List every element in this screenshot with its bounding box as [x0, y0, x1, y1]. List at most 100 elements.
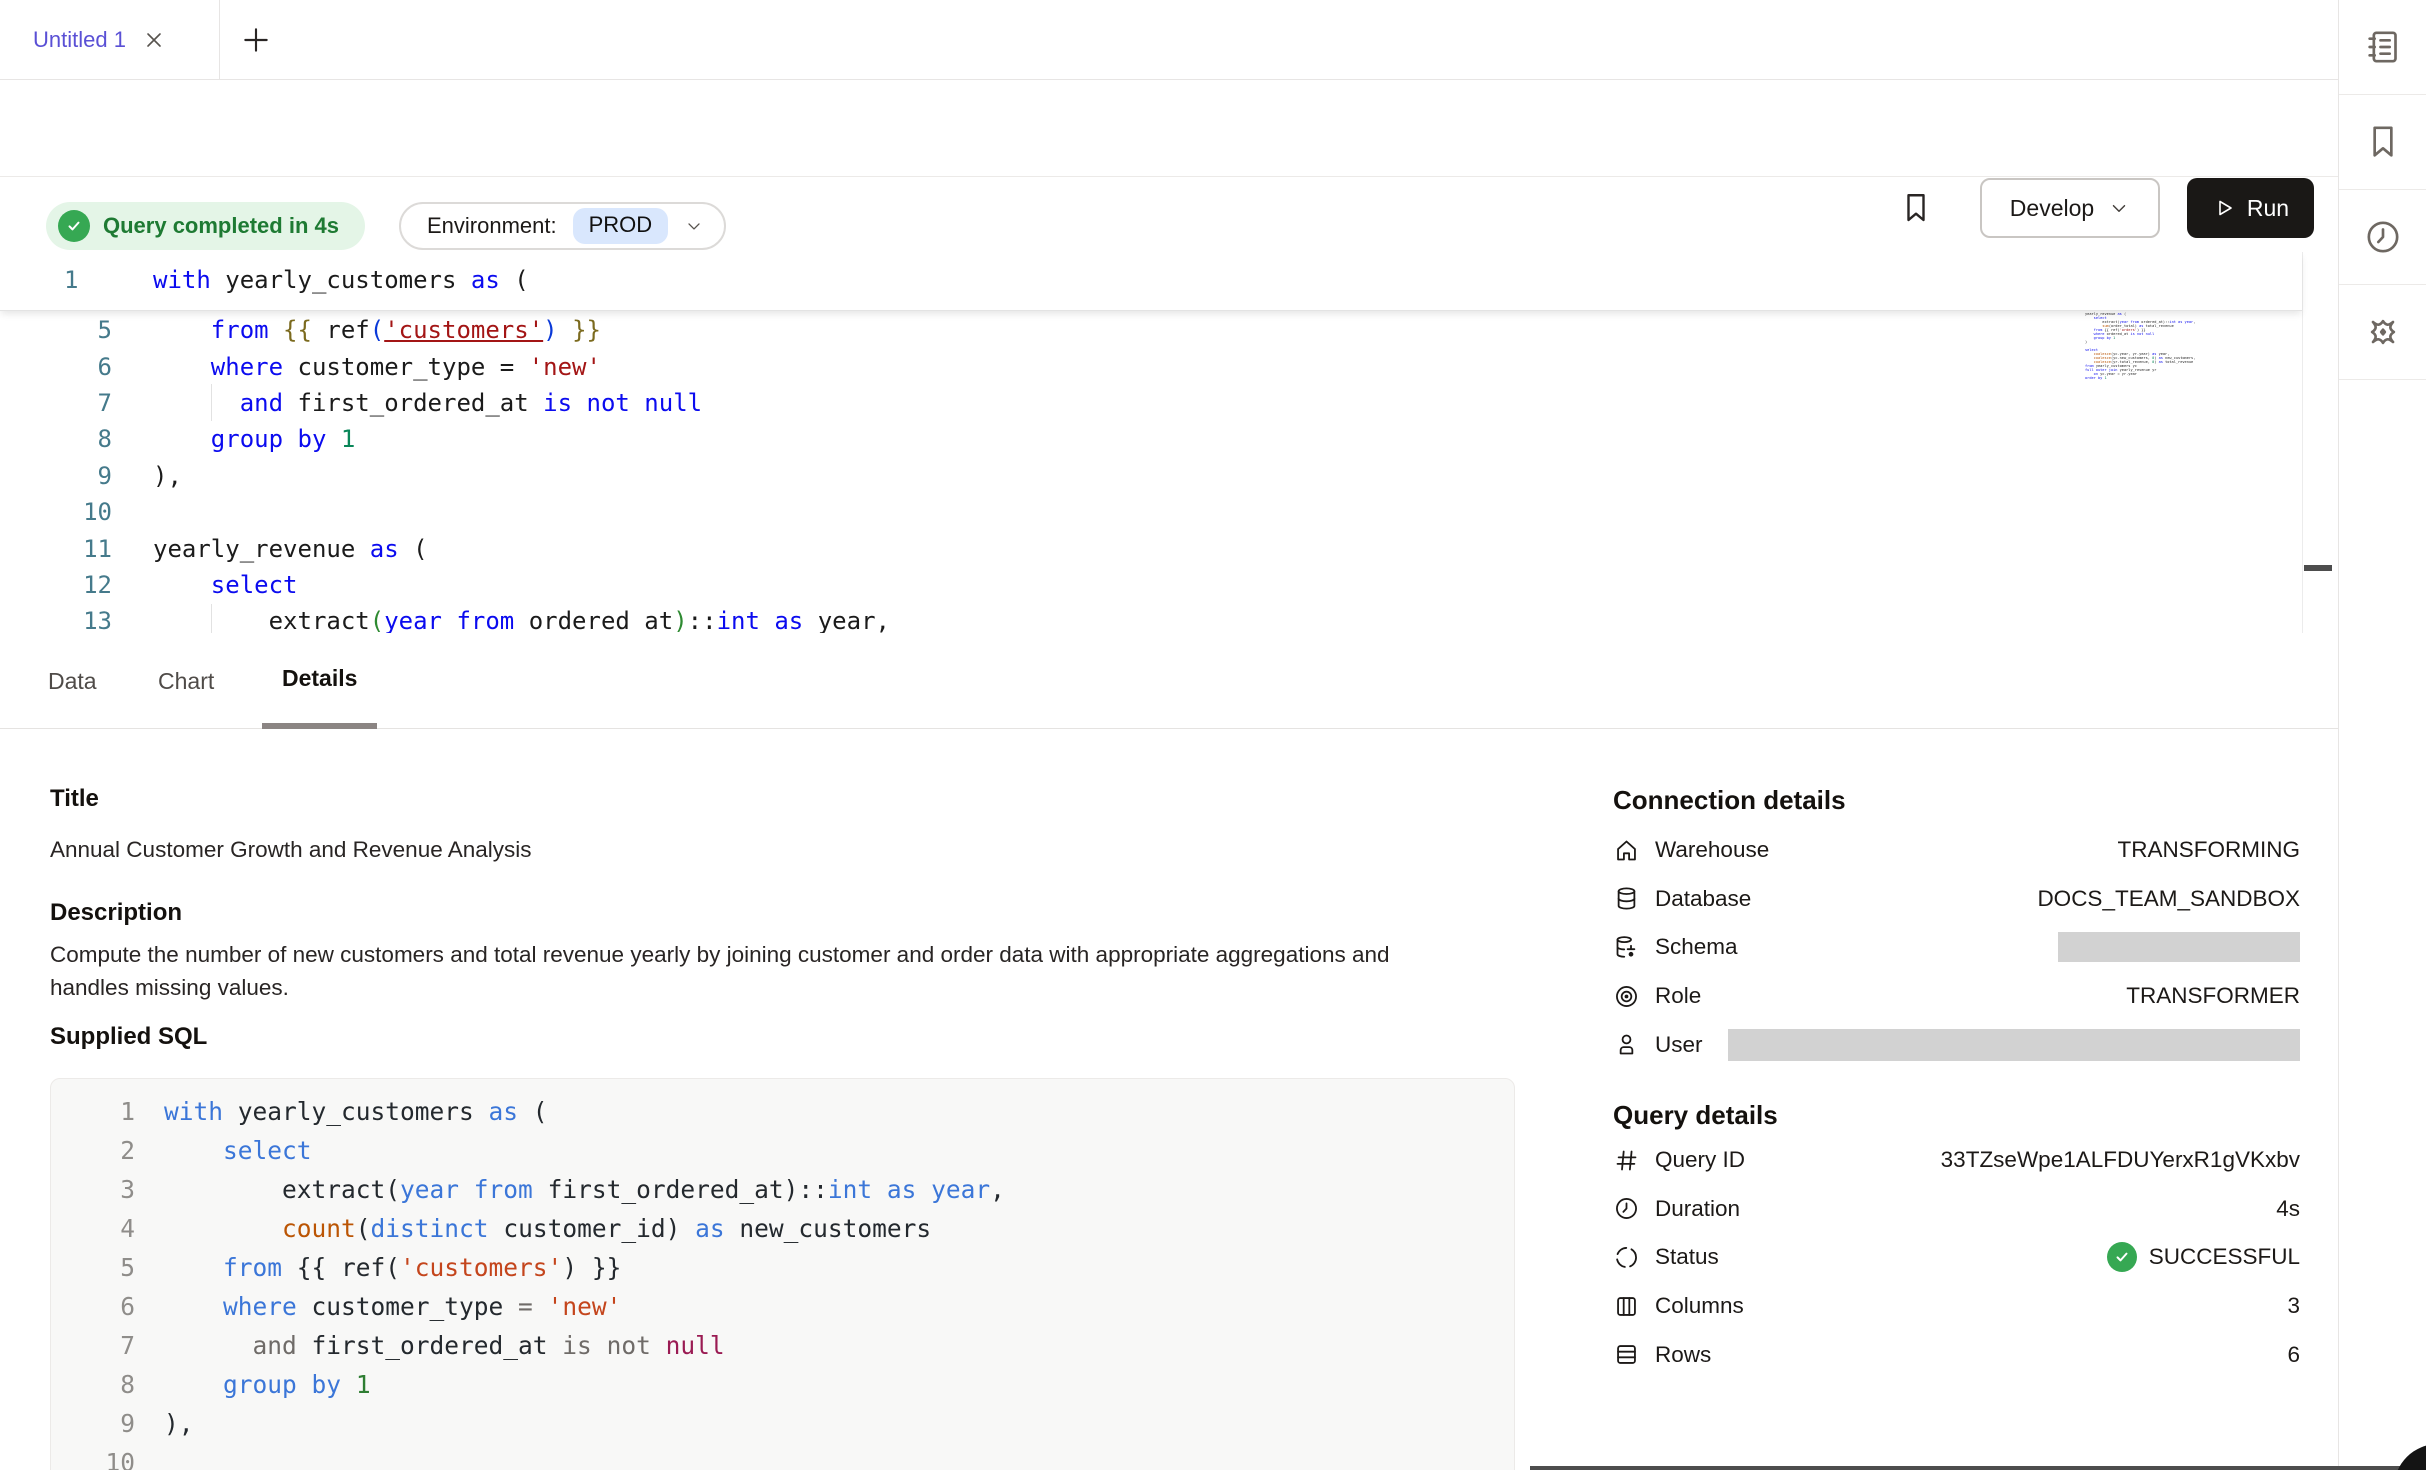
row-label: Status	[1655, 1244, 1719, 1270]
line-number: 13	[0, 607, 112, 633]
rail-button-copilot-star[interactable]	[2339, 285, 2426, 380]
code-line: extract(year from first_ordered_at)::int…	[135, 1175, 1005, 1204]
line-number: 9	[51, 1409, 135, 1438]
tab-chart[interactable]: Chart	[138, 633, 234, 729]
connection-row-schema: Schema	[1613, 923, 2300, 972]
code-row: 6 where customer_type = 'new'	[0, 348, 2300, 384]
rows-icon	[1613, 1341, 1640, 1368]
check-circle-icon	[2107, 1242, 2137, 1272]
line-number: 7	[0, 389, 112, 417]
supplied-sql-heading: Supplied SQL	[50, 1023, 207, 1051]
check-circle-icon	[58, 210, 90, 242]
line-number: 1	[64, 266, 78, 294]
rail-button-history[interactable]	[2339, 190, 2426, 285]
query-row-duration: Duration4s	[1613, 1185, 2300, 1234]
connection-row-database: Database DOCS_TEAM_SANDBOX	[1613, 875, 2300, 924]
run-button[interactable]: Run	[2187, 178, 2314, 238]
row-label: Query ID	[1655, 1147, 1745, 1173]
chevron-down-icon	[2108, 197, 2130, 219]
connection-row-user: User	[1613, 1020, 2300, 1069]
line-number: 2	[51, 1136, 135, 1165]
duration-icon	[1613, 1195, 1640, 1222]
hash-icon	[1613, 1147, 1640, 1174]
line-number: 10	[51, 1448, 135, 1470]
code-row: 9),	[51, 1404, 1514, 1443]
connection-details-heading: Connection details	[1613, 785, 1846, 816]
row-value: TRANSFORMER	[2126, 983, 2300, 1009]
description-value: Compute the number of new customers and …	[50, 938, 1450, 1004]
code-line: with yearly_customers as (	[135, 1097, 548, 1126]
line-number: 12	[0, 571, 112, 599]
line-number: 3	[51, 1175, 135, 1204]
code-line: count(distinct customer_id) as new_custo…	[135, 1214, 931, 1243]
tab-details[interactable]: Details	[262, 633, 377, 729]
code-line: from {{ ref('customers') }}	[135, 1253, 621, 1282]
environment-label: Environment:	[427, 213, 557, 239]
row-label: Database	[1655, 886, 1751, 912]
redacted-value	[2058, 932, 2300, 962]
code-row: 2 select	[51, 1131, 1514, 1170]
database-icon	[1613, 885, 1640, 912]
app-window: Untitled 1 Develop Run	[0, 0, 2426, 1470]
develop-dropdown[interactable]: Develop	[1980, 178, 2160, 238]
history-icon	[2363, 217, 2403, 257]
code-line: ),	[112, 462, 182, 490]
editor-scrollbar-thumb[interactable]	[2304, 565, 2332, 571]
query-details-heading: Query details	[1613, 1100, 1778, 1131]
code-row: 8 group by 1	[51, 1365, 1514, 1404]
code-row: 4 count(distinct customer_id) as new_cus…	[51, 1209, 1514, 1248]
connection-row-warehouse: WarehouseTRANSFORMING	[1613, 826, 2300, 875]
code-row: 3 extract(year from first_ordered_at)::i…	[51, 1170, 1514, 1209]
row-value: DOCS_TEAM_SANDBOX	[2037, 886, 2300, 912]
environment-selector[interactable]: Environment: PROD	[399, 202, 726, 250]
query-row-query-id: Query ID 33TZseWpe1ALFDUYerxR1gVKxbv	[1613, 1136, 2300, 1185]
row-label: Columns	[1655, 1293, 1744, 1319]
code-line: ),	[135, 1409, 194, 1438]
code-line: where customer_type = 'new'	[135, 1292, 621, 1321]
code-row: 5 from {{ ref('customers') }}	[0, 312, 2300, 348]
horizontal-scrollbar[interactable]	[1530, 1466, 2426, 1470]
code-line: and first_ordered_at is not null	[135, 1331, 725, 1360]
run-label: Run	[2247, 195, 2289, 222]
warehouse-icon	[1613, 837, 1640, 864]
indent-guide	[211, 604, 212, 633]
bookmark-icon[interactable]	[1898, 190, 1934, 226]
play-icon	[2212, 196, 2236, 220]
redacted-value	[1728, 1029, 2300, 1061]
row-value: 33TZseWpe1ALFDUYerxR1gVKxbv	[1941, 1147, 2300, 1173]
row-label: User	[1655, 1032, 1703, 1058]
connection-details-list: WarehouseTRANSFORMING Database DOCS_TEAM_S…	[1613, 826, 2300, 1069]
line-number: 4	[51, 1214, 135, 1243]
code-line: select	[135, 1136, 312, 1165]
schema-icon	[1613, 934, 1640, 961]
role-icon	[1613, 983, 1640, 1010]
tab-untitled-1[interactable]: Untitled 1	[0, 0, 220, 80]
results-tab-bar: DataChart Details	[0, 633, 2338, 729]
rail-button-bookmark[interactable]	[2339, 95, 2426, 190]
editor-lines: 5 from {{ ref('customers') }}6 where cus…	[0, 312, 2300, 633]
line-number: 8	[0, 425, 112, 453]
code-row: 12 select	[0, 567, 2300, 603]
line-number: 6	[0, 353, 112, 381]
status-icon	[1613, 1244, 1640, 1271]
new-tab-button[interactable]	[240, 24, 272, 56]
code-row: 9),	[0, 458, 2300, 494]
status-success-value: SUCCESSFUL	[2107, 1242, 2300, 1272]
tab-data[interactable]: Data	[28, 633, 117, 729]
line-number: 8	[51, 1370, 135, 1399]
tab-label: Untitled 1	[33, 27, 126, 53]
code-line: yearly_revenue as (	[112, 535, 428, 563]
title-heading: Title	[50, 785, 99, 813]
code-row: 13 extract(year from ordered_at)::int as…	[0, 603, 2300, 633]
close-icon[interactable]	[142, 28, 166, 52]
code-row: 6 where customer_type = 'new'	[51, 1287, 1514, 1326]
code-line: extract(year from ordered_at)::int as ye…	[112, 607, 890, 633]
rail-button-notebook[interactable]	[2339, 0, 2426, 95]
line-number: 5	[0, 316, 112, 344]
query-row-status: Status SUCCESSFUL	[1613, 1233, 2300, 1282]
code-row: 10	[0, 494, 2300, 530]
code-line: select	[112, 571, 298, 599]
sql-editor[interactable]: 1 with yearly_customers as ( 5 from {{ r…	[0, 252, 2338, 633]
query-row-columns: Columns3	[1613, 1282, 2300, 1331]
indent-guide	[211, 384, 212, 421]
